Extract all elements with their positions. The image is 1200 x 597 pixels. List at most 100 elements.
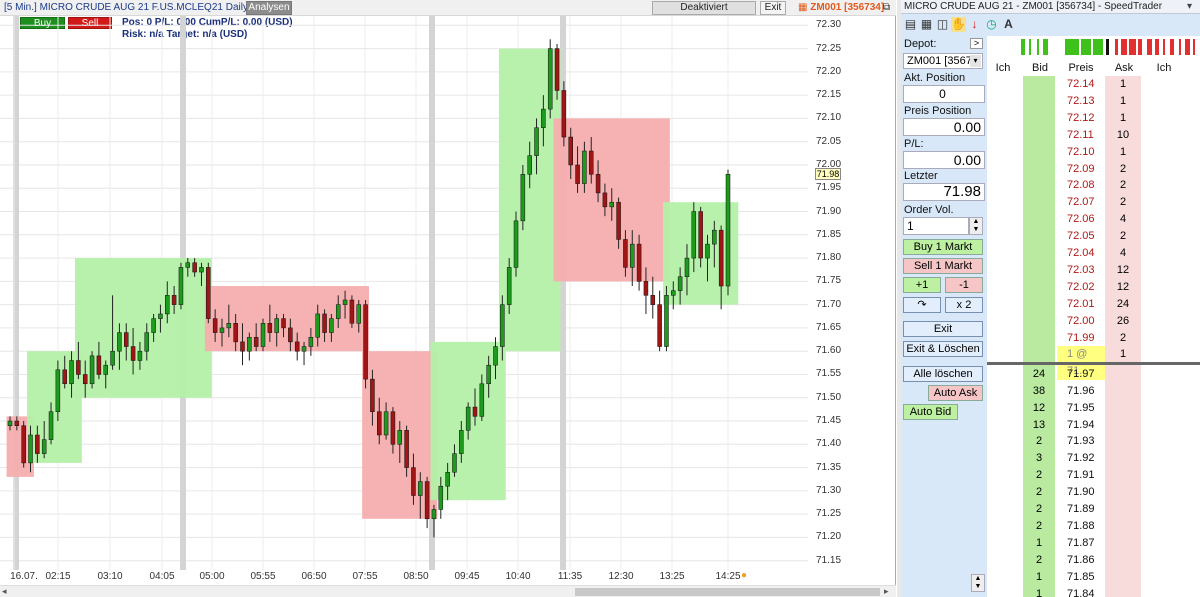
bid-row[interactable]: 2 71.86 <box>987 552 1200 569</box>
bid-cell[interactable]: 1 <box>1023 586 1055 597</box>
bid-cell[interactable]: 2 <box>1023 467 1055 484</box>
ask-row[interactable]: 71.99 2 <box>987 330 1200 347</box>
scroll-thumb[interactable] <box>575 588 880 596</box>
buy-market-button[interactable]: Buy 1 Markt <box>903 239 983 255</box>
bid-row[interactable]: 2 71.88 <box>987 518 1200 535</box>
ask-row[interactable]: 72.03 12 <box>987 262 1200 279</box>
bid-row[interactable]: 2 71.90 <box>987 484 1200 501</box>
ask-cell[interactable]: 2 <box>1105 194 1141 211</box>
ask-row[interactable]: 72.07 2 <box>987 194 1200 211</box>
arrow-down-icon[interactable]: ↓ <box>967 17 982 32</box>
ask-cell[interactable]: 2 <box>1105 177 1141 194</box>
double-button[interactable]: x 2 <box>945 297 983 313</box>
ask-cell[interactable]: 1 <box>1105 144 1141 161</box>
bid-cell[interactable]: 2 <box>1023 433 1055 450</box>
auto-ask-button[interactable]: Auto Ask <box>928 385 983 401</box>
grid-icon[interactable]: ▦ <box>919 17 934 32</box>
minus-one-button[interactable]: -1 <box>945 277 983 293</box>
ladder-rows[interactable]: 72.14 1 72.13 1 72.12 1 72.11 10 72.10 1 72.09 2 72.… <box>987 76 1200 597</box>
bid-row[interactable]: 2 71.89 <box>987 501 1200 518</box>
bid-row[interactable]: 2 71.93 <box>987 433 1200 450</box>
config-icon[interactable]: ▤ <box>903 17 918 32</box>
bid-cell[interactable]: 38 <box>1023 383 1055 400</box>
layout-icon[interactable]: ◫ <box>935 17 950 32</box>
price-cell: 72.03 <box>1067 263 1095 276</box>
ask-cell[interactable]: 1 <box>1105 76 1141 93</box>
delete-all-button[interactable]: Alle löschen <box>903 366 983 382</box>
bid-row[interactable]: 38 71.96 <box>987 383 1200 400</box>
bid-row[interactable]: 24 71.97 <box>987 366 1200 383</box>
ask-cell[interactable]: 4 <box>1105 211 1141 228</box>
ask-cell[interactable]: 2 <box>1105 330 1141 347</box>
exit-header-button[interactable]: Exit <box>760 1 786 15</box>
ask-cell[interactable]: 4 <box>1105 245 1141 262</box>
hand-icon[interactable]: ✋ <box>951 17 966 32</box>
ask-row[interactable]: 72.04 4 <box>987 245 1200 262</box>
exit-button[interactable]: Exit <box>903 321 983 337</box>
plus-one-button[interactable]: +1 <box>903 277 941 293</box>
ask-row[interactable]: 72.10 1 <box>987 144 1200 161</box>
ask-row[interactable]: 72.01 24 <box>987 296 1200 313</box>
font-icon[interactable]: A <box>1001 17 1016 32</box>
auto-bid-button[interactable]: Auto Bid <box>903 404 958 420</box>
bid-row[interactable]: 2 71.91 <box>987 467 1200 484</box>
depot-expand-icon[interactable]: > <box>970 38 983 49</box>
ask-cell[interactable]: 1 <box>1105 110 1141 127</box>
ask-row[interactable]: 72.08 2 <box>987 177 1200 194</box>
menu-icon[interactable]: ▾ <box>1187 1 1192 12</box>
bid-row[interactable]: 13 71.94 <box>987 417 1200 434</box>
ask-cell[interactable]: 2 <box>1105 228 1141 245</box>
ask-row[interactable]: 72.00 26 <box>987 313 1200 330</box>
clock-icon[interactable]: ◷ <box>984 17 999 32</box>
ask-row[interactable]: 72.12 1 <box>987 110 1200 127</box>
analysen-button[interactable]: Analysen <box>246 1 292 15</box>
ask-cell[interactable]: 12 <box>1105 279 1141 296</box>
ask-row[interactable]: 72.09 2 <box>987 161 1200 178</box>
bid-cell[interactable]: 3 <box>1023 450 1055 467</box>
reverse-icon[interactable]: ↷ <box>903 297 941 313</box>
bid-row[interactable]: 1 71.85 <box>987 569 1200 586</box>
ask-cell[interactable]: 26 <box>1105 313 1141 330</box>
bid-cell[interactable]: 2 <box>1023 501 1055 518</box>
ask-cell[interactable]: 1 <box>1105 346 1141 363</box>
ask-row[interactable]: 72.05 2 <box>987 228 1200 245</box>
bid-row[interactable]: 1 71.84 <box>987 586 1200 597</box>
ask-cell[interactable]: 12 <box>1105 262 1141 279</box>
bid-cell[interactable]: 24 <box>1023 366 1055 383</box>
ask-row[interactable]: 72.02 12 <box>987 279 1200 296</box>
bid-cell[interactable]: 2 <box>1023 518 1055 535</box>
ladder-stepper[interactable]: ▲ ▼ <box>971 574 985 592</box>
ask-cell[interactable]: 1 <box>1105 93 1141 110</box>
bid-cell[interactable]: 12 <box>1023 400 1055 417</box>
order-vol-stepper[interactable]: ▲ ▼ <box>969 217 983 235</box>
ladder-header: Ich Bid Preis Ask Ich <box>987 60 1200 75</box>
bid-row[interactable]: 12 71.95 <box>987 400 1200 417</box>
ask-cell[interactable]: 24 <box>1105 296 1141 313</box>
link-icon[interactable]: ⧉ <box>883 2 895 13</box>
chart-scrollbar[interactable]: ◂ ▸ <box>0 585 896 597</box>
bid-cell[interactable]: 2 <box>1023 552 1055 569</box>
bid-row[interactable]: 1 71.87 <box>987 535 1200 552</box>
candlestick-chart[interactable] <box>0 16 808 570</box>
exit-delete-button[interactable]: Exit & Löschen <box>903 341 983 357</box>
order-vol-input[interactable]: 1 <box>903 217 969 235</box>
ask-row[interactable]: 72.11 10 <box>987 127 1200 144</box>
chevron-down-icon[interactable]: ▾ <box>970 55 981 67</box>
scroll-left-icon[interactable]: ◂ <box>2 586 7 597</box>
ask-row[interactable]: 72.13 1 <box>987 93 1200 110</box>
sell-market-button[interactable]: Sell 1 Markt <box>903 258 983 274</box>
last-trade-row[interactable]: 1 @ 71. 1 <box>987 346 1200 381</box>
ask-cell[interactable]: 10 <box>1105 127 1141 144</box>
depot-select[interactable]: ZM001 [3567 ▾ <box>903 53 983 69</box>
bid-row[interactable]: 3 71.92 <box>987 450 1200 467</box>
ask-row[interactable]: 72.06 4 <box>987 211 1200 228</box>
bid-cell[interactable]: 1 <box>1023 535 1055 552</box>
price-ladder[interactable]: Ich Bid Preis Ask Ich 72.14 1 72.13 1 72.12 1… <box>971 36 1200 597</box>
ask-row[interactable]: 72.14 1 <box>987 76 1200 93</box>
scroll-right-icon[interactable]: ▸ <box>884 586 889 597</box>
bid-cell[interactable]: 13 <box>1023 417 1055 434</box>
bid-cell[interactable]: 1 <box>1023 569 1055 586</box>
bid-cell[interactable]: 2 <box>1023 484 1055 501</box>
deaktiviert-button[interactable]: Deaktiviert <box>652 1 756 15</box>
ask-cell[interactable]: 2 <box>1105 161 1141 178</box>
